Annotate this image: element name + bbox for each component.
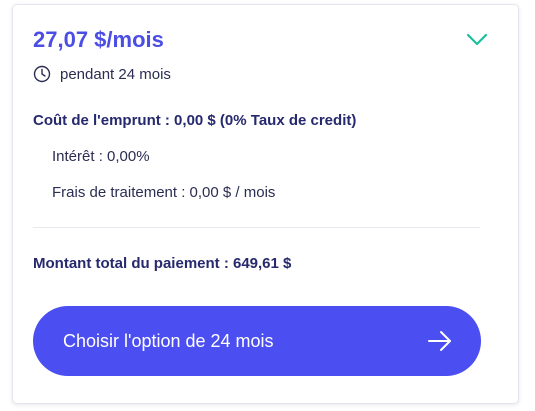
total-payment: Montant total du paiement : 649,61 $ <box>33 255 292 272</box>
monthly-price: 27,07 $/mois <box>33 27 164 52</box>
arrow-right-icon <box>428 331 451 351</box>
choose-option-label: Choisir l'option de 24 mois <box>63 330 274 351</box>
financing-option-card: 27,07 $/mois pendant 24 mois Coût de l'e… <box>12 4 519 404</box>
term-duration: pendant 24 mois <box>33 65 171 83</box>
processing-fees: Frais de traitement : 0,00 $ / mois <box>52 184 276 201</box>
choose-option-button[interactable]: Choisir l'option de 24 mois <box>33 306 481 376</box>
clock-icon <box>33 65 51 83</box>
chevron-down-icon[interactable] <box>466 33 488 47</box>
divider <box>33 227 480 228</box>
interest-rate: Intérêt : 0,00% <box>52 148 150 165</box>
term-duration-label: pendant 24 mois <box>60 65 171 83</box>
borrowing-cost-heading: Coût de l'emprunt : 0,00 $ (0% Taux de c… <box>33 112 357 129</box>
